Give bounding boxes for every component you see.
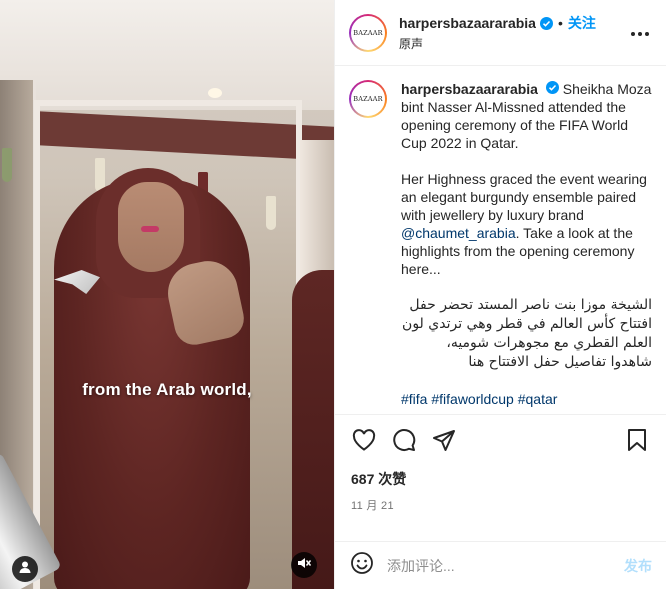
mute-button[interactable]: [291, 552, 317, 578]
video-scene-tassel: [266, 196, 276, 230]
caption-paragraph: Her Highness graced the event wearing an…: [401, 170, 652, 278]
more-options-button[interactable]: [628, 21, 652, 45]
heart-icon: [352, 428, 376, 456]
mention-link[interactable]: @chaumet_arabia: [401, 225, 516, 241]
follow-button[interactable]: 关注: [568, 13, 596, 33]
comment-button[interactable]: [387, 425, 421, 459]
post-caption: harpersbazaararabia Sheikha Moza bint Na…: [401, 80, 652, 408]
comment-bar: 发布: [335, 541, 666, 589]
like-button[interactable]: [347, 425, 381, 459]
smiley-icon: [350, 551, 374, 580]
video-subject-lips: [141, 226, 159, 232]
post-caption-area: BAZAAR harpersbazaararabia Sheikha Moza …: [335, 66, 666, 414]
post-header: BAZAAR harpersbazaararabia • 关注 原声: [335, 0, 666, 66]
comment-input[interactable]: [387, 557, 624, 574]
separator-dot: •: [557, 15, 563, 31]
comment-bubble-icon: [392, 428, 416, 457]
caption-username-link[interactable]: harpersbazaararabia: [401, 81, 538, 97]
verified-badge-icon: [545, 81, 559, 94]
video-scene-light: [208, 88, 222, 98]
hashtag-links[interactable]: #fifa #fifaworldcup #qatar: [401, 390, 652, 408]
post-header-info: harpersbazaararabia • 关注 原声: [399, 13, 628, 52]
caption-arabic-text: الشيخة موزا بنت ناصر المستد تحضر حفل افت…: [402, 297, 652, 370]
emoji-button[interactable]: [349, 551, 375, 580]
video-scene-ceiling: [0, 0, 334, 110]
caption-avatar[interactable]: BAZAAR: [349, 80, 387, 118]
post-date[interactable]: 11 月 21: [351, 497, 654, 513]
author-username-link[interactable]: harpersbazaararabia: [399, 15, 536, 31]
bookmark-icon: [627, 428, 647, 457]
share-button[interactable]: [427, 425, 461, 459]
avatar-logo: BAZAAR: [351, 15, 385, 50]
avatar[interactable]: BAZAAR: [349, 13, 387, 52]
post-comment-button[interactable]: 发布: [624, 556, 652, 576]
user-tag-button[interactable]: [12, 556, 38, 582]
user-tag-icon: [18, 560, 32, 579]
verified-badge-icon: [539, 16, 553, 30]
speaker-muted-icon: [297, 556, 312, 575]
avatar-logo: BAZAAR: [351, 82, 385, 116]
video-subtitle: from the Arab world,: [82, 380, 252, 399]
like-count[interactable]: 687 次赞: [351, 469, 654, 489]
paper-plane-icon: [432, 428, 456, 457]
video-background-person: [292, 270, 334, 589]
post-panel: BAZAAR harpersbazaararabia • 关注 原声 BAZAA…: [334, 0, 666, 589]
video-scene-tassel: [2, 148, 12, 182]
post-actions: 687 次赞 11 月 21: [335, 414, 666, 541]
more-horizontal-icon: [630, 24, 650, 42]
caption-text: Her Highness graced the event wearing an…: [401, 171, 647, 223]
video-player[interactable]: from the Arab world,: [0, 0, 334, 589]
post-dialog: from the Arab world, BAZAAR harpersbazaa…: [0, 0, 666, 589]
original-audio-link[interactable]: 原声: [399, 35, 628, 52]
save-button[interactable]: [620, 425, 654, 459]
